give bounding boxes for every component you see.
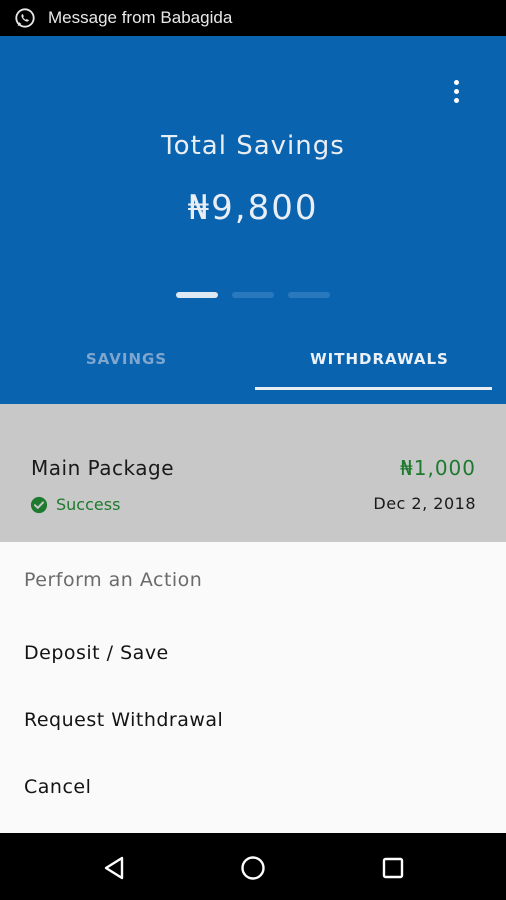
- tab-bar: SAVINGS WITHDRAWALS: [0, 338, 506, 390]
- total-savings-label: Total Savings: [161, 131, 345, 161]
- withdrawal-date: Dec 2, 2018: [373, 494, 476, 513]
- package-amount: ₦1,000: [400, 456, 476, 480]
- tab-savings[interactable]: SAVINGS: [0, 338, 253, 390]
- savings-header: Total Savings ₦9,800 SAVINGS WITHDRAWALS: [0, 36, 506, 404]
- home-circle-icon[interactable]: [235, 850, 271, 886]
- action-sheet-title: Perform an Action: [24, 569, 203, 591]
- package-name: Main Package: [31, 456, 175, 480]
- page-indicator-dot-1[interactable]: [176, 292, 218, 298]
- page-indicator-dot-3[interactable]: [288, 292, 330, 298]
- status-bar: Message from Babagida: [0, 0, 506, 36]
- menu-dot: [453, 88, 459, 94]
- tab-withdrawals[interactable]: WITHDRAWALS: [253, 338, 506, 390]
- menu-dot: [453, 79, 459, 85]
- home-circle-glyph: [241, 856, 265, 880]
- withdrawal-list-item[interactable]: Main Package ₦1,000 Success Dec 2, 2018: [0, 404, 506, 542]
- page-indicator[interactable]: [176, 292, 330, 298]
- recents-square-glyph: [382, 857, 404, 879]
- more-vert-icon[interactable]: [444, 76, 468, 106]
- cancel-option[interactable]: Cancel: [0, 757, 506, 817]
- back-triangle-glyph: [104, 856, 124, 880]
- request-withdrawal-option[interactable]: Request Withdrawal: [0, 690, 506, 750]
- action-sheet: Perform an Action Deposit / Save Request…: [0, 542, 506, 833]
- notification-text: Message from Babagida: [48, 8, 233, 27]
- check-circle-icon: [30, 496, 48, 513]
- menu-dot: [453, 97, 459, 103]
- page-indicator-dot-2[interactable]: [232, 292, 274, 298]
- total-savings-value: ₦9,800: [187, 188, 319, 228]
- whatsapp-icon: [15, 8, 35, 28]
- back-triangle-icon[interactable]: [96, 850, 132, 886]
- system-nav-bar: [0, 833, 506, 900]
- status-row: Success: [30, 495, 120, 514]
- status-badge: Success: [56, 495, 121, 514]
- recents-square-icon[interactable]: [375, 850, 411, 886]
- deposit-save-option[interactable]: Deposit / Save: [0, 623, 506, 683]
